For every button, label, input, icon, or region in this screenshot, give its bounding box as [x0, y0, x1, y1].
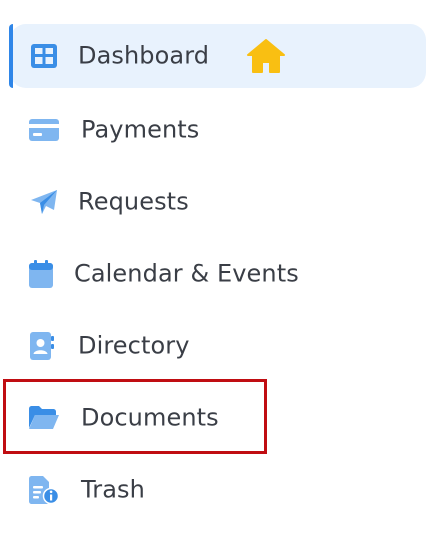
sidebar-item-calendar-events[interactable]: Calendar & Events [10, 242, 426, 306]
sidebar-item-label: Requests [78, 187, 189, 216]
sidebar-item-label: Documents [81, 403, 219, 432]
sidebar-item-label: Dashboard [78, 41, 210, 70]
sidebar-item-payments[interactable]: Payments [10, 98, 426, 162]
sidebar-item-label: Directory [78, 331, 190, 360]
home-icon [246, 36, 286, 76]
dashboard-grid-icon [29, 41, 59, 71]
contact-book-icon [27, 331, 57, 361]
sidebar-nav: Dashboard Payments Requests Calendar & E… [0, 0, 441, 547]
sidebar-item-directory[interactable]: Directory [10, 314, 426, 378]
sidebar-item-requests[interactable]: Requests [10, 170, 426, 234]
folder-open-icon [29, 403, 59, 433]
document-info-icon [29, 475, 59, 505]
sidebar-item-dashboard[interactable]: Dashboard [9, 24, 426, 88]
sidebar-item-label: Calendar & Events [74, 259, 299, 288]
sidebar-item-label: Payments [81, 115, 200, 144]
paper-plane-icon [29, 187, 59, 217]
calendar-icon [26, 259, 56, 289]
sidebar-item-label: Trash [81, 475, 145, 504]
sidebar-item-documents[interactable]: Documents [10, 386, 426, 450]
sidebar-item-trash[interactable]: Trash [10, 458, 426, 522]
credit-card-icon [29, 115, 59, 145]
